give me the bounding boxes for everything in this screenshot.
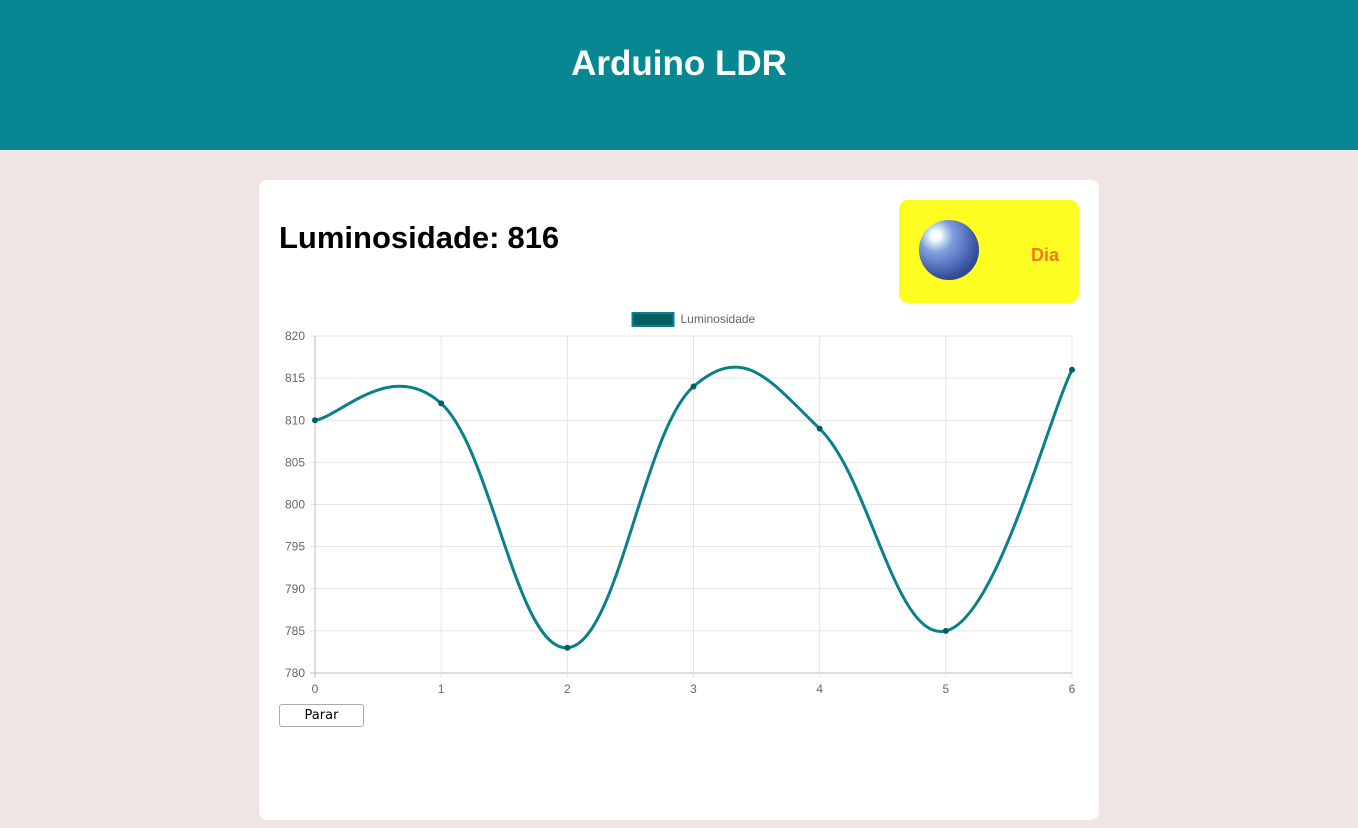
legend-swatch bbox=[631, 312, 675, 327]
page-title: Arduino LDR bbox=[571, 44, 787, 83]
data-point bbox=[942, 627, 949, 634]
y-tick-label: 820 bbox=[285, 329, 305, 343]
y-tick-label: 790 bbox=[285, 582, 305, 596]
x-tick-label: 0 bbox=[312, 682, 319, 696]
data-point bbox=[438, 400, 445, 407]
app-header: Arduino LDR bbox=[0, 0, 1358, 150]
y-tick-label: 815 bbox=[285, 371, 305, 385]
data-point bbox=[816, 425, 823, 432]
x-tick-label: 3 bbox=[690, 682, 697, 696]
x-tick-label: 5 bbox=[942, 682, 949, 696]
y-tick-label: 795 bbox=[285, 540, 305, 554]
luminosity-chart: 780 785 790 795 800 805 810 815 820 0 1 2 3 4 5 6 Lumino… bbox=[285, 312, 1076, 696]
legend-label: Luminosidade bbox=[681, 312, 756, 326]
x-tick-label: 4 bbox=[816, 682, 823, 696]
y-tick-label: 800 bbox=[285, 498, 305, 512]
data-point bbox=[564, 644, 571, 651]
x-tick-label: 6 bbox=[1069, 682, 1076, 696]
data-point bbox=[1069, 366, 1075, 373]
stop-button[interactable]: Parar bbox=[279, 704, 364, 727]
data-point bbox=[312, 417, 318, 424]
x-tick-label: 2 bbox=[564, 682, 571, 696]
y-tick-label: 785 bbox=[285, 624, 305, 638]
y-tick-label: 810 bbox=[285, 413, 305, 427]
x-tick-label: 1 bbox=[438, 682, 445, 696]
main-card: Luminosidade: 816 Dia 780 785 790 795 800 805 8… bbox=[259, 180, 1099, 820]
y-tick-label: 780 bbox=[285, 666, 305, 680]
y-tick-label: 805 bbox=[285, 455, 305, 469]
data-point bbox=[690, 383, 697, 390]
